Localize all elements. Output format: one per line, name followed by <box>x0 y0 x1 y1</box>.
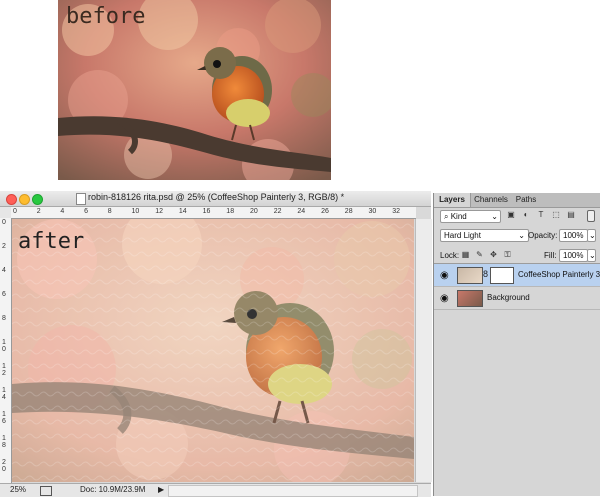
layer-thumbnail <box>457 290 483 307</box>
ruler-label: 20 <box>250 208 258 215</box>
layer-row-background[interactable]: ◉ Background <box>434 287 600 310</box>
eye-icon[interactable]: ◉ <box>440 293 449 304</box>
ruler-label: 8 <box>2 315 6 322</box>
blend-mode-select[interactable]: Hard Light ⌄ <box>440 229 529 242</box>
filter-kind-select[interactable]: ⌕ Kind ⌄ <box>440 210 501 223</box>
ruler-label: 1 6 <box>2 411 6 425</box>
filter-kind-label: Kind <box>450 212 467 221</box>
before-caption: before <box>66 4 146 29</box>
export-icon[interactable] <box>40 486 52 496</box>
ruler-label: 0 <box>13 208 17 215</box>
lock-position-icon[interactable]: ✥ <box>489 250 498 259</box>
lock-transparent-icon[interactable]: ▦ <box>461 250 470 259</box>
tab-channels[interactable]: Channels <box>471 193 511 207</box>
zoom-button[interactable] <box>32 194 43 205</box>
ruler-label: 30 <box>368 208 377 215</box>
canvas[interactable]: after <box>12 219 414 482</box>
ruler-label: 6 <box>84 208 88 215</box>
ruler-label: 22 <box>273 208 282 215</box>
opacity-field[interactable]: 100% <box>559 229 588 242</box>
ruler-label: 26 <box>321 208 329 215</box>
lock-label: Lock: <box>440 251 460 260</box>
zoom-level[interactable]: 25% <box>10 485 26 494</box>
ruler-label: 1 2 <box>2 363 6 377</box>
adjustment-filter-icon[interactable]: ◐ <box>522 211 530 219</box>
blend-mode-label: Hard Light <box>444 231 481 240</box>
ruler-label: 0 <box>2 219 6 226</box>
fill-field[interactable]: 100% <box>559 249 588 262</box>
opacity-label: Opacity: <box>528 231 558 240</box>
ruler-label: 2 <box>36 208 41 215</box>
search-icon: ⌕ <box>444 212 449 221</box>
type-filter-icon[interactable]: T <box>537 211 545 219</box>
layer-name[interactable]: Background <box>487 293 530 302</box>
tab-paths[interactable]: Paths <box>512 193 540 207</box>
smart-object-filter-icon[interactable]: ▤ <box>567 211 575 219</box>
opacity-dropdown[interactable]: ⌄ <box>587 229 596 242</box>
close-button[interactable] <box>6 194 17 205</box>
ruler-label: 14 <box>178 208 187 215</box>
eye-icon[interactable]: ◉ <box>440 270 449 281</box>
ruler-label: 2 0 <box>2 459 6 473</box>
ruler-label: 28 <box>344 208 353 215</box>
ruler-label: 1 8 <box>2 435 6 449</box>
ruler-label: 18 <box>226 208 235 215</box>
vertical-ruler[interactable]: 0 2 4 6 8 1 0 1 2 1 4 1 6 1 8 2 0 <box>0 218 12 483</box>
status-menu-arrow-icon[interactable]: ▶ <box>158 485 164 494</box>
horizontal-ruler[interactable]: 0 2 4 6 8 10 12 14 16 18 20 22 24 26 28 30 32 <box>11 207 416 219</box>
ruler-label: 6 <box>2 291 6 298</box>
horizontal-scrollbar[interactable] <box>168 485 418 497</box>
panel-tabs: Layers Channels Paths <box>434 193 600 208</box>
vertical-scrollbar[interactable] <box>415 219 432 482</box>
document-window: robin-818126 rita.psd @ 25% (CoffeeShop … <box>0 191 432 497</box>
after-caption: after <box>18 229 85 254</box>
layer-thumbnail <box>457 267 483 284</box>
lock-all-icon[interactable]: ⚿ <box>503 250 512 259</box>
chevron-down-icon: ⌄ <box>518 231 525 240</box>
ruler-label: 12 <box>155 208 163 215</box>
ruler-label: 10 <box>131 208 140 215</box>
after-photo-illustration <box>12 219 414 482</box>
layer-mask-thumbnail[interactable] <box>490 267 514 284</box>
status-bar: 25% Doc: 10.9M/23.9M ▶ <box>0 483 431 497</box>
shape-filter-icon[interactable]: ⬚ <box>552 211 560 219</box>
layer-row-coffeeshop[interactable]: ◉ 8 CoffeeShop Painterly 3 <box>434 264 600 287</box>
ruler-label: 1 0 <box>2 339 6 353</box>
layers-panel: Layers Channels Paths ⌕ Kind ⌄ ▣ ◐ T ⬚ ▤… <box>433 193 600 496</box>
tab-layers[interactable]: Layers <box>434 193 471 207</box>
before-image: before <box>58 0 331 180</box>
chain-link-icon[interactable]: 8 <box>483 269 488 279</box>
document-size: Doc: 10.9M/23.9M <box>80 485 146 494</box>
window-titlebar[interactable]: robin-818126 rita.psd @ 25% (CoffeeShop … <box>0 191 431 207</box>
filter-toggle[interactable] <box>587 210 595 222</box>
ruler-label: 24 <box>297 208 306 215</box>
layer-name[interactable]: CoffeeShop Painterly 3 <box>518 270 600 279</box>
pixel-filter-icon[interactable]: ▣ <box>507 211 515 219</box>
document-icon <box>76 193 86 205</box>
ruler-label: 32 <box>392 208 400 215</box>
ruler-label: 4 <box>2 267 6 274</box>
minimize-button[interactable] <box>19 194 30 205</box>
fill-dropdown[interactable]: ⌄ <box>587 249 596 262</box>
chevron-down-icon: ⌄ <box>491 212 498 221</box>
ruler-label: 8 <box>107 208 112 215</box>
ruler-label: 16 <box>202 208 211 215</box>
ruler-label: 1 4 <box>2 387 6 401</box>
lock-image-icon[interactable]: ✎ <box>475 250 484 259</box>
ruler-label: 4 <box>60 208 65 215</box>
fill-label: Fill: <box>544 251 557 260</box>
ruler-label: 2 <box>2 243 6 250</box>
document-title: robin-818126 rita.psd @ 25% (CoffeeShop … <box>88 192 345 202</box>
